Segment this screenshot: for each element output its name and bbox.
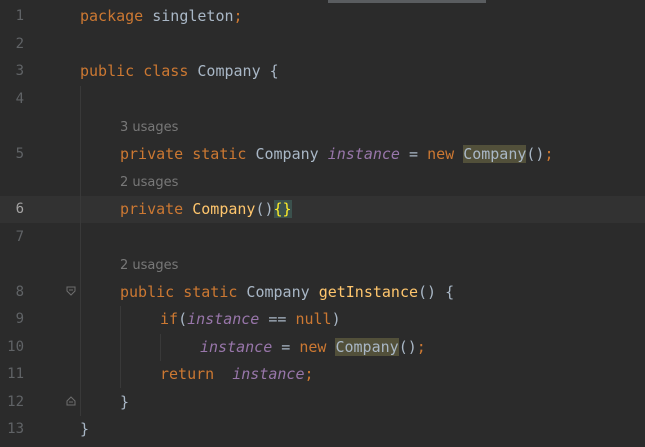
line-number: 12 — [7, 394, 24, 410]
line-number: 13 — [7, 421, 24, 437]
code-line-10: instance = new Company(); — [200, 338, 426, 356]
code-line-1: package singleton; — [80, 7, 243, 25]
indent-guide — [80, 86, 81, 416]
code-line-12: } — [120, 393, 130, 411]
indent-guide — [120, 306, 121, 388]
line-number: 3 — [15, 63, 24, 79]
line-number: 4 — [15, 91, 24, 107]
line-number: 9 — [15, 311, 24, 327]
code-line-5: private static Company instance = new Co… — [120, 145, 554, 163]
line-number: 2 — [15, 36, 24, 52]
usages-hint[interactable]: 3 usages — [120, 114, 178, 141]
code-line-6: private Company(){} — [120, 200, 292, 218]
indent-guide — [160, 334, 161, 361]
line-number: 8 — [15, 284, 24, 300]
code-line-3: public class Company { — [80, 62, 279, 80]
usages-hint[interactable]: 2 usages — [120, 252, 178, 279]
code-line-8: public static Company getInstance() { — [120, 283, 455, 301]
line-number: 5 — [15, 146, 24, 162]
line-number: 10 — [7, 339, 24, 355]
code-line-9: if(instance == null) — [160, 310, 341, 328]
line-number: 7 — [15, 229, 24, 245]
fold-end-icon[interactable] — [66, 396, 76, 406]
line-number: 1 — [15, 8, 24, 24]
line-number: 11 — [7, 366, 24, 382]
fold-collapse-icon[interactable] — [66, 286, 76, 296]
usages-hint[interactable]: 2 usages — [120, 169, 178, 196]
code-line-11: return instance; — [160, 365, 314, 383]
code-line-13: } — [80, 420, 90, 438]
line-number-current: 6 — [15, 201, 24, 217]
